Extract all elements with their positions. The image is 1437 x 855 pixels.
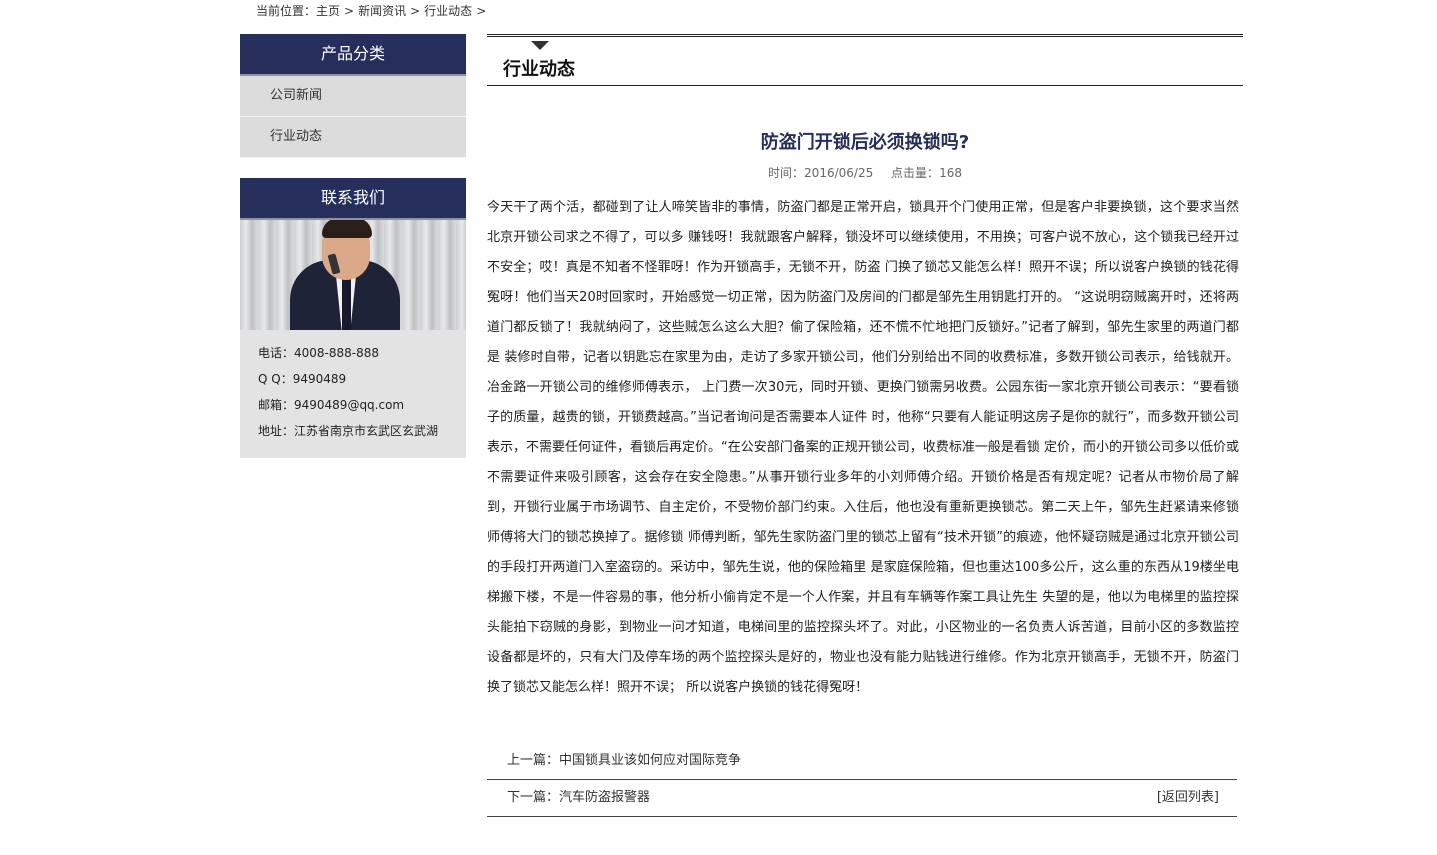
article-navigation: 上一篇：中国锁具业该如何应对国际竞争 下一篇：汽车防盗报警器 [返回列表] [487, 743, 1237, 817]
article-date: 2016/06/25 [804, 166, 874, 180]
article-title: 防盗门开锁后必须换锁吗? [760, 132, 970, 153]
breadcrumb-separator: > [344, 4, 355, 18]
article-hits: 168 [939, 166, 962, 180]
triangle-marker-icon [531, 41, 549, 50]
photo-tie [342, 278, 351, 330]
breadcrumb: 当前位置：主页 > 新闻资讯 > 行业动态 > [256, 3, 490, 19]
next-label: 下一篇： [507, 790, 560, 805]
prev-article-row: 上一篇：中国锁具业该如何应对国际竞争 [487, 743, 1237, 780]
breadcrumb-separator: > [410, 4, 421, 18]
categories-header: 产品分类 [240, 34, 466, 76]
breadcrumb-home-link[interactable]: 主页 [316, 4, 340, 18]
section-title: 行业动态 [503, 59, 575, 80]
contact-address: 地址：江苏省南京市玄武区玄武湖 [258, 424, 439, 438]
prev-label: 上一篇： [507, 753, 560, 768]
contact-panel: 联系我们 电话：4008-888-888 Q Q：9490489 邮箱：9490… [240, 178, 466, 458]
article-body: 今天干了两个活，都碰到了让人啼笑皆非的事情，防盗门都是正常开启，锁具开个门使用正… [487, 200, 1239, 695]
main-content: 行业动态 防盗门开锁后必须换锁吗? 时间：2016/06/25 点击量：168 … [487, 34, 1243, 817]
breadcrumb-prefix: 当前位置： [256, 4, 317, 18]
contact-email: 邮箱：9490489@qq.com [258, 398, 405, 412]
contact-phone: 电话：4008-888-888 [258, 346, 380, 360]
category-item-industry-news[interactable]: 行业动态 [240, 117, 466, 158]
section-header: 行业动态 [487, 34, 1243, 86]
breadcrumb-industry-link[interactable]: 行业动态 [424, 4, 472, 18]
breadcrumb-separator: > [476, 4, 487, 18]
photo-hair [322, 220, 372, 238]
article-meta: 时间：2016/06/25 点击量：168 [487, 164, 1243, 181]
back-to-list-link[interactable]: [返回列表] [1157, 780, 1219, 816]
contact-photo [240, 220, 466, 330]
contact-info: 电话：4008-888-888 Q Q：9490489 邮箱：9490489@q… [240, 330, 466, 458]
category-item-company-news[interactable]: 公司新闻 [240, 76, 466, 117]
sidebar: 产品分类 公司新闻 行业动态 联系我们 电话：4008-888-888 Q Q：… [240, 34, 466, 458]
contact-header: 联系我们 [240, 178, 466, 220]
next-article-row: 下一篇：汽车防盗报警器 [返回列表] [487, 780, 1237, 817]
next-article-link[interactable]: 汽车防盗报警器 [559, 790, 650, 805]
breadcrumb-news-link[interactable]: 新闻资讯 [358, 4, 406, 18]
hits-label: 点击量： [891, 166, 940, 180]
prev-article-link[interactable]: 中国锁具业该如何应对国际竞争 [559, 753, 741, 768]
time-label: 时间： [768, 166, 805, 180]
contact-qq: Q Q：9490489 [258, 372, 347, 386]
